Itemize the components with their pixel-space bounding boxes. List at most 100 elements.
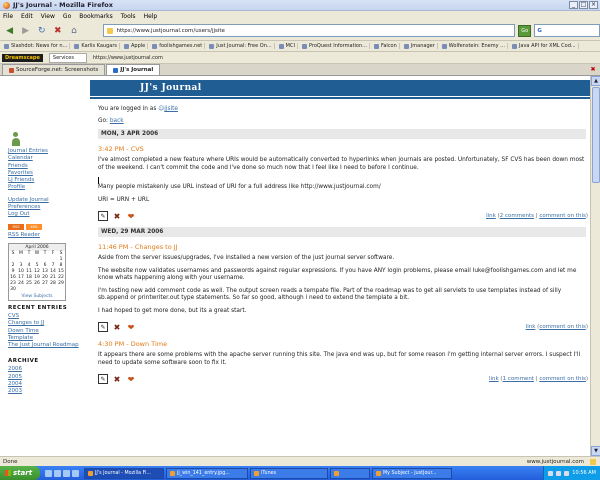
xml-badge[interactable]: XML: [26, 223, 42, 230]
rss-badge[interactable]: RSS: [8, 223, 24, 230]
edit-icon[interactable]: ✎: [98, 322, 108, 332]
comment-on-this-link[interactable]: comment on this: [539, 213, 586, 219]
recent-entry-link[interactable]: Changes to JJ: [8, 320, 80, 327]
toolbar-address[interactable]: https://www.justjournal.com: [93, 55, 163, 61]
menu-help[interactable]: Help: [144, 13, 158, 20]
tab-jjs-journal[interactable]: JJ's Journal: [106, 64, 161, 75]
close-tab-icon[interactable]: ✖: [589, 66, 597, 74]
sidebar-link[interactable]: Calendar: [8, 155, 80, 162]
sidebar-link[interactable]: Preferences: [8, 204, 80, 211]
delete-icon[interactable]: ✖: [112, 211, 122, 221]
sidebar-link[interactable]: Update Journal: [8, 197, 80, 204]
sidebar-link[interactable]: LJ Friends: [8, 177, 80, 184]
rss-reader-link[interactable]: RSS Reader: [8, 232, 80, 239]
calendar-day[interactable]: 27: [41, 281, 49, 287]
bookmark-item[interactable]: MCI: [277, 43, 298, 49]
menu-go[interactable]: Go: [63, 13, 71, 20]
bookmark-item[interactable]: Karlis Kaugars: [72, 43, 120, 49]
bookmark-item[interactable]: Apple: [122, 43, 149, 49]
menu-bookmarks[interactable]: Bookmarks: [79, 13, 113, 20]
quicklaunch-icon[interactable]: [72, 469, 79, 477]
close-button[interactable]: ×: [589, 1, 598, 9]
calendar-day[interactable]: 29: [57, 281, 65, 287]
menu-view[interactable]: View: [41, 13, 55, 20]
permalink[interactable]: link: [526, 324, 536, 330]
taskbar-item-subject[interactable]: My Subject - JustJour...: [372, 467, 452, 479]
sidebar-link[interactable]: Log Out: [8, 211, 80, 218]
minimize-button[interactable]: _: [569, 1, 578, 9]
tab-sourceforge[interactable]: SourceForge.net: Screenshots: [2, 64, 106, 75]
archive-year-link[interactable]: 2004: [8, 381, 80, 388]
tray-icon[interactable]: [564, 470, 570, 476]
toolbar-logo[interactable]: Dreamscape: [2, 53, 43, 62]
permalink[interactable]: link: [486, 213, 496, 219]
archive-year-link[interactable]: 2006: [8, 366, 80, 373]
menu-file[interactable]: File: [3, 13, 13, 20]
scroll-down-icon[interactable]: ▼: [591, 446, 600, 456]
quicklaunch-icon[interactable]: [54, 469, 61, 477]
bookmark-item[interactable]: Wolfenstein: Enemy ...: [440, 43, 508, 49]
calendar-day[interactable]: 26: [33, 281, 41, 287]
calendar-day[interactable]: 24: [17, 281, 25, 287]
bookmark-item[interactable]: Java API for XML Cod...: [510, 43, 579, 49]
back-link[interactable]: back: [110, 118, 124, 124]
tray-icon[interactable]: [556, 470, 562, 476]
bookmark-item[interactable]: Slashdot: News for n...: [2, 43, 71, 49]
go-button[interactable]: Go: [518, 24, 532, 37]
edit-icon[interactable]: ✎: [98, 374, 108, 384]
comments-link[interactable]: 1 comment: [503, 376, 534, 382]
bookmark-item[interactable]: foolishgames.net: [150, 43, 206, 49]
favorite-heart-icon[interactable]: ❤: [126, 322, 136, 332]
menu-tools[interactable]: Tools: [121, 13, 136, 20]
recent-entry-link[interactable]: Down Time: [8, 328, 80, 335]
sidebar-link[interactable]: Friends: [8, 163, 80, 170]
bookmark-item[interactable]: Falcon: [372, 43, 400, 49]
back-icon[interactable]: ◀: [3, 24, 16, 38]
reload-icon[interactable]: ↻: [35, 24, 48, 38]
scroll-up-icon[interactable]: ▲: [591, 76, 600, 86]
recent-entry-link[interactable]: CVS: [8, 313, 80, 320]
maximize-button[interactable]: □: [579, 1, 588, 9]
delete-icon[interactable]: ✖: [112, 322, 122, 332]
bookmark-item[interactable]: ProQuest Information...: [300, 43, 370, 49]
edit-icon[interactable]: ✎: [98, 211, 108, 221]
favorite-heart-icon[interactable]: ❤: [126, 211, 136, 221]
calendar-day[interactable]: 28: [49, 281, 57, 287]
username-link[interactable]: jjsite: [164, 106, 178, 112]
forward-icon[interactable]: ▶: [19, 24, 32, 38]
start-button[interactable]: start: [0, 466, 40, 480]
taskbar-item-firefox[interactable]: JJ's Journal - Mozilla Fi...: [84, 467, 164, 479]
archive-year-link[interactable]: 2005: [8, 374, 80, 381]
comment-on-this-link[interactable]: comment on this: [539, 376, 586, 382]
search-input[interactable]: G: [534, 24, 600, 37]
stop-icon[interactable]: ✖: [51, 24, 64, 38]
bookmark-item[interactable]: Just Journal: Free On...: [207, 43, 275, 49]
vertical-scrollbar[interactable]: ▲ ▼: [590, 76, 600, 456]
taskbar-item-blank[interactable]: [330, 467, 370, 479]
taskbar-item-image[interactable]: jj_win_141_entry.jpg...: [166, 467, 248, 479]
services-dropdown[interactable]: Services: [48, 52, 87, 63]
quicklaunch-icon[interactable]: [45, 469, 52, 477]
view-subjects-link[interactable]: View Subjects: [9, 293, 65, 300]
taskbar-item-itunes[interactable]: iTunes: [250, 467, 328, 479]
favorite-heart-icon[interactable]: ❤: [126, 374, 136, 384]
scroll-thumb[interactable]: [592, 87, 600, 183]
sidebar-link[interactable]: Journal Entries: [8, 148, 80, 155]
window-titlebar[interactable]: JJ's Journal - Mozilla Firefox _ □ ×: [0, 0, 600, 11]
sidebar-link[interactable]: Profile: [8, 184, 80, 191]
bookmark-item[interactable]: Jmanager: [402, 43, 438, 49]
url-bar[interactable]: https://www.justjournal.com/users/jjsite: [103, 24, 516, 37]
archive-year-link[interactable]: 2003: [8, 388, 80, 395]
recent-entry-link[interactable]: Template: [8, 335, 80, 342]
comment-on-this-link[interactable]: comment on this: [539, 324, 586, 330]
recent-entry-link[interactable]: The Just Journal Roadmap: [8, 342, 80, 349]
comments-link[interactable]: 2 comments: [500, 213, 534, 219]
quicklaunch-icon[interactable]: [63, 469, 70, 477]
calendar-day[interactable]: 25: [25, 281, 33, 287]
permalink[interactable]: link: [489, 376, 499, 382]
delete-icon[interactable]: ✖: [112, 374, 122, 384]
sidebar-link[interactable]: Favorites: [8, 170, 80, 177]
menu-edit[interactable]: Edit: [21, 13, 33, 20]
calendar-day[interactable]: 30: [9, 287, 17, 293]
home-icon[interactable]: ⌂: [67, 24, 80, 38]
